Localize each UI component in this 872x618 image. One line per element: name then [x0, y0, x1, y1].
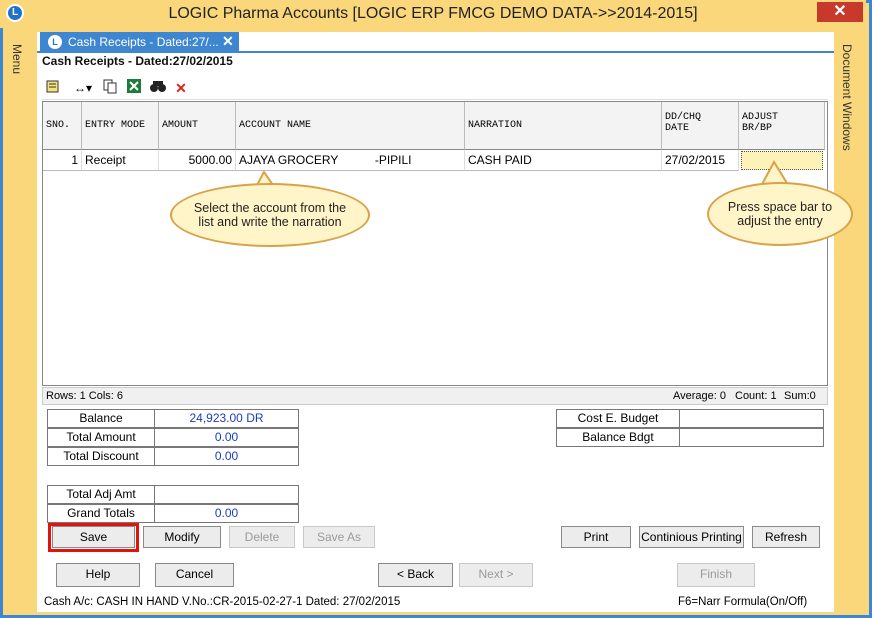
shortcut-hint: F6=Narr Formula(On/Off)	[678, 596, 808, 608]
excel-icon[interactable]	[124, 78, 144, 98]
tab-underline	[37, 51, 834, 53]
voucher-info: Cash A/c: CASH IN HAND V.No.:CR-2015-02-…	[44, 596, 401, 608]
column-header-amount[interactable]: AMOUNT	[159, 102, 236, 150]
status-sum: Sum:0	[784, 390, 816, 402]
grid-status-bar: Rows: 1 Cols: 6 Average: 0 Count: 1 Sum:…	[42, 387, 828, 405]
copy-icon[interactable]	[100, 78, 120, 98]
status-average: Average: 0	[673, 390, 727, 402]
grand-totals-value: 0.00	[154, 504, 299, 523]
notes-icon[interactable]	[44, 78, 62, 98]
delete-button[interactable]: Delete	[229, 526, 295, 548]
window-title: LOGIC Pharma Accounts [LOGIC ERP FMCG DE…	[168, 5, 698, 22]
save-button[interactable]: Save	[52, 526, 135, 548]
total-adj-amt-value	[154, 485, 299, 504]
cell-narration[interactable]: CASH PAID	[465, 150, 662, 171]
grand-totals-label: Grand Totals	[47, 504, 155, 523]
delete-icon[interactable]: ✕	[172, 78, 190, 98]
cancel-button[interactable]: Cancel	[155, 563, 234, 587]
cell-dd-chq-date[interactable]: 27/02/2015	[662, 150, 739, 171]
tab-close-icon[interactable]: ✕	[222, 33, 234, 50]
status-count: Count: 1	[735, 390, 777, 402]
next-button[interactable]: Next >	[459, 563, 533, 587]
tab-label: Cash Receipts - Dated:27/...	[68, 35, 219, 49]
back-button[interactable]: < Back	[378, 563, 453, 587]
menu-strip[interactable]	[8, 34, 32, 604]
help-button[interactable]: Help	[56, 563, 140, 587]
title-bar: L LOGIC Pharma Accounts [LOGIC ERP FMCG …	[0, 0, 866, 28]
entry-grid[interactable]: SNO. ENTRY MODE AMOUNT ACCOUNT NAME NARR…	[42, 101, 828, 386]
form-title: Cash Receipts - Dated:27/02/2015	[42, 54, 233, 68]
column-header-adjust[interactable]: ADJUST BR/BP	[739, 102, 825, 150]
cost-budget-label: Cost E. Budget	[556, 409, 680, 428]
cell-account-name[interactable]: AJAYA GROCERY -PIPILI	[236, 150, 465, 171]
balance-bdgt-label: Balance Bdgt	[556, 428, 680, 447]
document-windows-label[interactable]: Document Windows	[840, 44, 854, 151]
total-adj-amt-label: Total Adj Amt	[47, 485, 155, 504]
callout-press-space: Press space bar to adjust the entry	[707, 182, 853, 246]
balance-bdgt-value	[679, 428, 824, 447]
balance-value: 24,923.00 DR	[154, 409, 299, 428]
menu-label[interactable]: Menu	[10, 44, 24, 74]
column-header-account-name[interactable]: ACCOUNT NAME	[236, 102, 465, 150]
total-amount-label: Total Amount	[47, 428, 155, 447]
column-header-entry-mode[interactable]: ENTRY MODE	[82, 102, 159, 150]
toolbar: ↔▾ ✕	[42, 78, 828, 100]
tab-logo-icon: L	[48, 35, 62, 49]
tab-cash-receipts[interactable]: L Cash Receipts - Dated:27/... ✕	[40, 32, 239, 52]
save-as-button[interactable]: Save As	[303, 526, 375, 548]
refresh-button[interactable]: Refresh	[752, 526, 820, 548]
total-amount-value: 0.00	[154, 428, 299, 447]
rows-cols-count: Rows: 1 Cols: 6	[46, 390, 124, 402]
cell-sno[interactable]: 1	[43, 150, 82, 171]
find-icon[interactable]	[148, 78, 168, 98]
finish-button[interactable]: Finish	[677, 563, 755, 587]
cell-amount[interactable]: 5000.00	[159, 150, 236, 171]
modify-button[interactable]: Modify	[143, 526, 221, 548]
total-discount-label: Total Discount	[47, 447, 155, 466]
window-close-button[interactable]: ✕	[817, 2, 863, 22]
column-header-narration[interactable]: NARRATION	[465, 102, 662, 150]
column-width-icon[interactable]: ↔▾	[70, 78, 96, 98]
balance-label: Balance	[47, 409, 155, 428]
column-header-sno[interactable]: SNO.	[43, 102, 82, 150]
total-discount-value: 0.00	[154, 447, 299, 466]
tab-dropdown-icon[interactable]: ▼	[817, 36, 827, 47]
print-button[interactable]: Print	[561, 526, 631, 548]
cell-entry-mode[interactable]: Receipt	[82, 150, 159, 171]
continuous-printing-button[interactable]: Continious Printing	[639, 526, 744, 548]
cost-budget-value	[679, 409, 824, 428]
callout-select-account: Select the account from the list and wri…	[170, 183, 370, 247]
column-header-dd-chq-date[interactable]: DD/CHQ DATE	[662, 102, 739, 150]
